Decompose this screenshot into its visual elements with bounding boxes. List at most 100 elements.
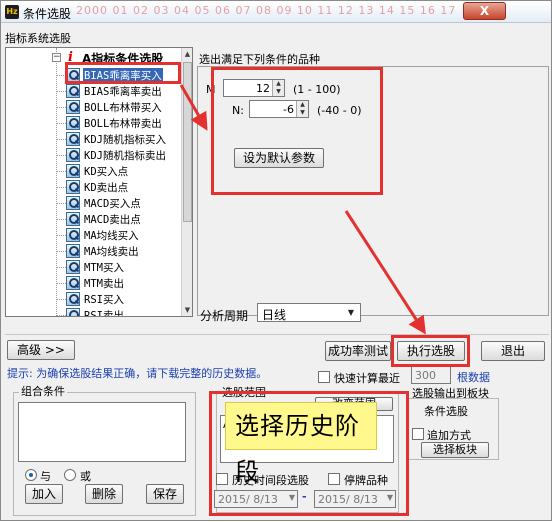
magnifier-icon bbox=[66, 116, 80, 130]
exit-button[interactable]: 退出 bbox=[481, 341, 545, 361]
output-target: 条件选股 bbox=[424, 405, 468, 418]
save-condition-button[interactable]: 保存 bbox=[146, 484, 184, 504]
magnifier-icon bbox=[66, 228, 80, 242]
tree-item-label: KD买入点 bbox=[84, 166, 129, 178]
highlight-execute bbox=[391, 335, 470, 367]
tree-connector bbox=[56, 187, 66, 188]
tree-connector bbox=[56, 171, 66, 172]
tree-item[interactable]: KD买入点 bbox=[56, 163, 192, 179]
tree-item[interactable]: MACD卖出点 bbox=[56, 211, 192, 227]
advanced-button[interactable]: 高级 >> bbox=[7, 340, 75, 360]
tree-scrollbar[interactable]: ▲ ▼ bbox=[181, 48, 192, 316]
params-heading: 选出满足下列条件的品种 bbox=[199, 53, 320, 66]
magnifier-icon bbox=[66, 260, 80, 274]
indicator-section-label: 指标系统选股 bbox=[5, 32, 71, 45]
magnifier-icon bbox=[66, 212, 80, 226]
success-rate-test-button[interactable]: 成功率测试 bbox=[325, 341, 391, 361]
append-mode-label: 追加方式 bbox=[427, 429, 471, 442]
close-button[interactable]: X bbox=[463, 2, 506, 20]
stock-screener-dialog: Hz 条件选股 2000 01 02 03 04 05 06 07 08 09 … bbox=[0, 0, 552, 521]
app-logo-icon: Hz bbox=[5, 5, 19, 19]
scroll-up-icon[interactable]: ▲ bbox=[182, 48, 192, 60]
highlight-params bbox=[211, 67, 383, 195]
period-value: 日线 bbox=[262, 308, 287, 322]
quick-calc-unit: 根数据 bbox=[457, 371, 490, 384]
combo-conditions-list[interactable] bbox=[18, 402, 186, 462]
add-condition-button[interactable]: 加入 bbox=[25, 484, 63, 504]
tree-item-label: KDJ随机指标买入 bbox=[84, 134, 166, 146]
tree-item[interactable]: KD卖出点 bbox=[56, 179, 192, 195]
tree-item-label: MACD买入点 bbox=[84, 198, 141, 210]
magnifier-icon bbox=[66, 148, 80, 162]
tree-item-label: MA均线卖出 bbox=[84, 246, 139, 258]
tree-item-label: BOLL布林带买入 bbox=[84, 102, 162, 114]
combo-conditions-label: 组合条件 bbox=[19, 383, 67, 399]
tree-connector bbox=[56, 315, 66, 316]
delete-condition-button[interactable]: 删除 bbox=[85, 484, 123, 504]
tree-item[interactable]: BOLL布林带买入 bbox=[56, 99, 192, 115]
tree-item-label: MTM卖出 bbox=[84, 278, 124, 290]
tree-item-label: RSI卖出 bbox=[84, 310, 124, 317]
magnifier-icon bbox=[66, 308, 80, 316]
scroll-down-icon[interactable]: ▼ bbox=[182, 304, 192, 316]
period-select[interactable]: 日线 ▼ bbox=[257, 303, 361, 322]
tree-item[interactable]: MACD买入点 bbox=[56, 195, 192, 211]
highlight-selected-indicator bbox=[65, 62, 181, 84]
tree-connector bbox=[56, 155, 66, 156]
tree-item[interactable]: KDJ随机指标买入 bbox=[56, 131, 192, 147]
tree-connector bbox=[56, 203, 66, 204]
magnifier-icon bbox=[66, 180, 80, 194]
tree-item[interactable]: KDJ随机指标卖出 bbox=[56, 147, 192, 163]
tree-item[interactable]: BIAS乖离率卖出 bbox=[56, 83, 192, 99]
magnifier-icon bbox=[66, 292, 80, 306]
window-title: 条件选股 bbox=[23, 7, 72, 21]
magnifier-icon bbox=[66, 132, 80, 146]
tree-item[interactable]: MA均线买入 bbox=[56, 227, 192, 243]
select-block-button[interactable]: 选择板块 bbox=[421, 442, 489, 458]
tree-item[interactable]: RSI买入 bbox=[56, 291, 192, 307]
magnifier-icon bbox=[66, 164, 80, 178]
quick-calc-checkbox[interactable] bbox=[318, 371, 330, 383]
tree-item-label: KD卖出点 bbox=[84, 182, 129, 194]
tree-connector bbox=[56, 219, 66, 220]
tree-item[interactable]: BOLL布林带卖出 bbox=[56, 115, 192, 131]
scroll-thumb[interactable] bbox=[183, 62, 192, 222]
tree-item-label: RSI买入 bbox=[84, 294, 124, 306]
history-stage-callout: 选择历史阶段 bbox=[225, 402, 377, 486]
tree-item[interactable]: MTM卖出 bbox=[56, 275, 192, 291]
magnifier-icon bbox=[66, 84, 80, 98]
tree-item[interactable]: MTM买入 bbox=[56, 259, 192, 275]
period-label: 分析周期 bbox=[200, 309, 249, 323]
or-label: 或 bbox=[80, 470, 91, 483]
quick-calc-value: 300 bbox=[415, 369, 436, 382]
or-radio[interactable] bbox=[64, 469, 76, 481]
tree-item-label: BIAS乖离率卖出 bbox=[84, 86, 162, 98]
tree-item-label: KDJ随机指标卖出 bbox=[84, 150, 166, 162]
tree-item[interactable]: RSI卖出 bbox=[56, 307, 192, 317]
tree-connector bbox=[56, 123, 66, 124]
tree-item-label: MACD卖出点 bbox=[84, 214, 141, 226]
and-radio[interactable] bbox=[25, 469, 37, 481]
tree-guide-line bbox=[56, 48, 57, 316]
tree-connector bbox=[56, 107, 66, 108]
magnifier-icon bbox=[66, 100, 80, 114]
tree-connector bbox=[56, 251, 66, 252]
tree-item-label: MA均线买入 bbox=[84, 230, 139, 242]
tree-connector bbox=[56, 283, 66, 284]
tree-connector bbox=[56, 235, 66, 236]
tree-item[interactable]: MA均线卖出 bbox=[56, 243, 192, 259]
tree-connector bbox=[56, 267, 66, 268]
magnifier-icon bbox=[66, 196, 80, 210]
quick-calc-input[interactable]: 300 bbox=[411, 366, 451, 384]
tree-connector bbox=[56, 139, 66, 140]
quick-calc-label: 快速计算最近 bbox=[334, 372, 400, 385]
append-mode-checkbox[interactable] bbox=[412, 428, 424, 440]
and-label: 与 bbox=[40, 470, 51, 483]
title-background-strip: 2000 01 02 03 04 05 06 07 08 09 10 11 12… bbox=[76, 4, 456, 17]
magnifier-icon bbox=[66, 276, 80, 290]
indicator-tree[interactable]: − i A指标条件选股 BIAS乖离率买入 BIAS乖离率卖出 BOLL布林带买入 B… bbox=[5, 47, 193, 317]
collapse-icon[interactable]: − bbox=[52, 53, 61, 62]
title-bar[interactable]: Hz 条件选股 2000 01 02 03 04 05 06 07 08 09 … bbox=[1, 1, 551, 23]
download-tip: 提示: 为确保选股结果正确，请下载完整的历史数据。 bbox=[7, 367, 268, 380]
chevron-down-icon[interactable]: ▼ bbox=[344, 306, 358, 319]
